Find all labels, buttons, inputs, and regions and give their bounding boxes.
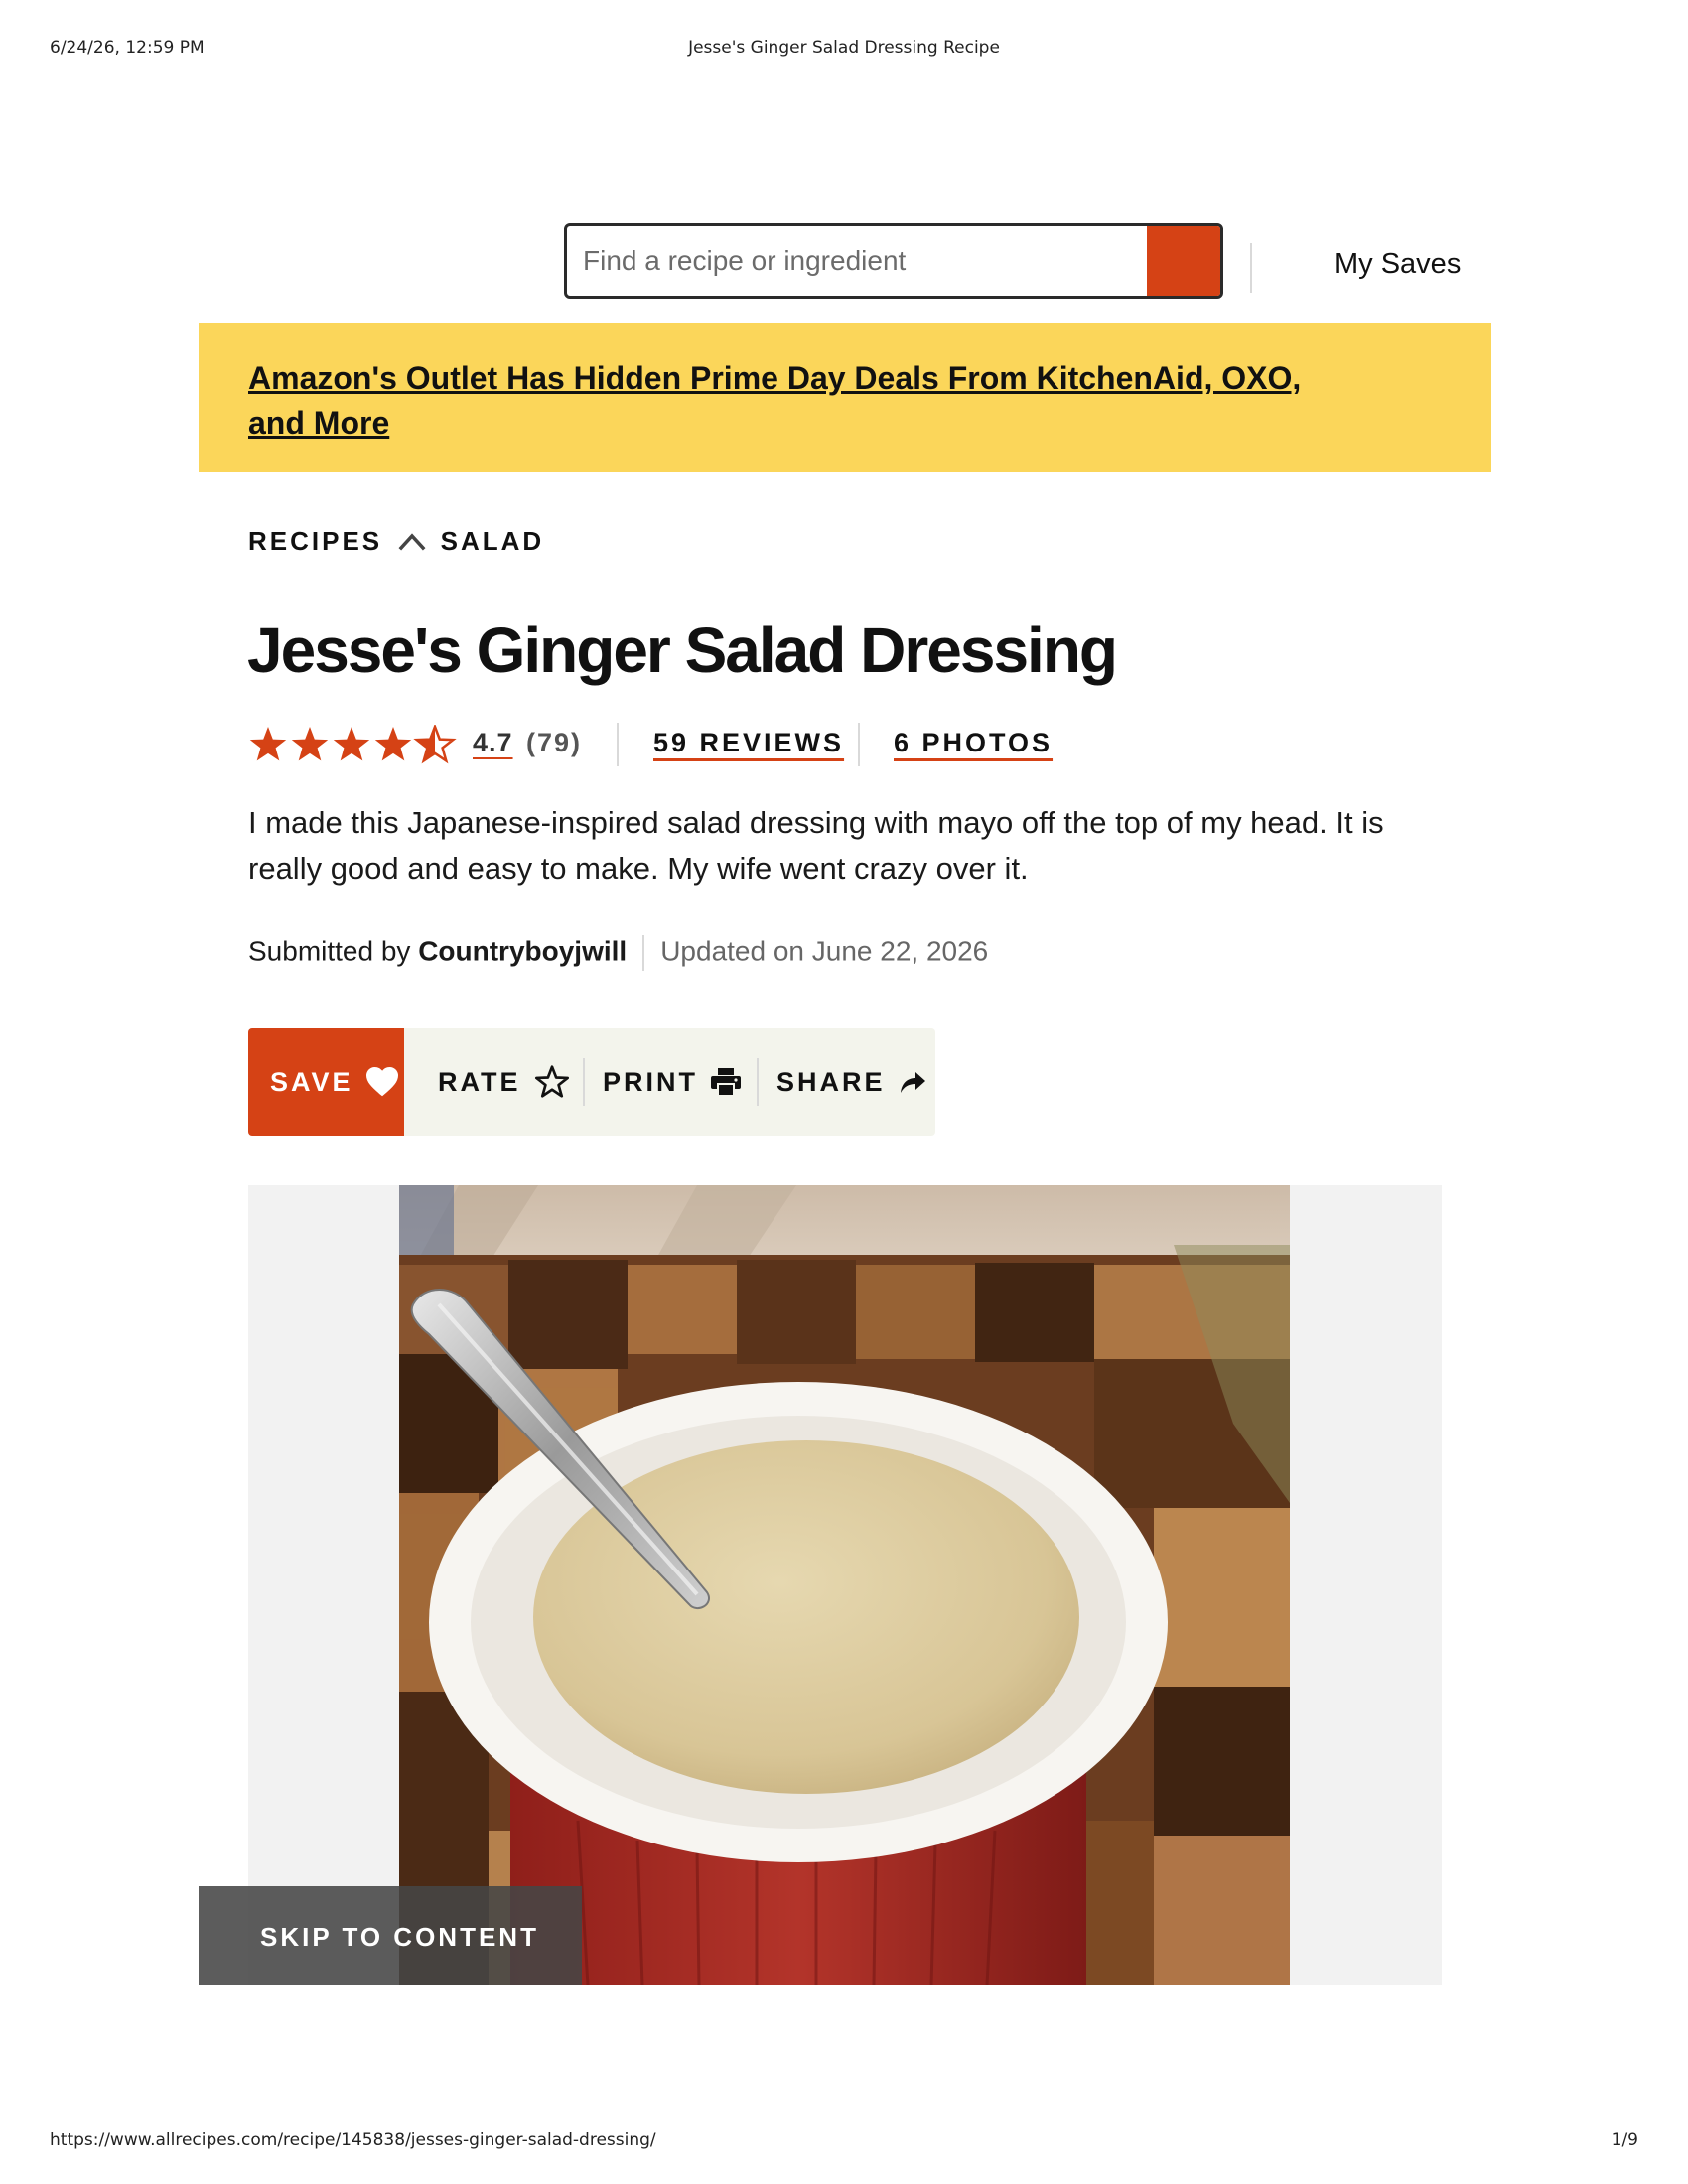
- star-rating[interactable]: [248, 725, 457, 764]
- header-divider: [1250, 243, 1252, 293]
- action-bar: SAVE RATE PRINT SHARE: [248, 1028, 935, 1136]
- rate-button[interactable]: RATE: [404, 1028, 583, 1136]
- page-title: Jesse's Ginger Salad Dressing: [247, 614, 1118, 686]
- photos-link[interactable]: 6 PHOTOS: [894, 728, 1053, 758]
- reviews-divider: [858, 723, 860, 766]
- star-icon: [291, 727, 329, 761]
- recipe-photo-image: [399, 1185, 1290, 1985]
- search-button[interactable]: [1147, 226, 1220, 296]
- share-button[interactable]: SHARE: [757, 1028, 935, 1136]
- submitted-by-label: Submitted by: [248, 935, 411, 967]
- print-page-number: 1/9: [1611, 2130, 1638, 2150]
- recipe-photo[interactable]: [399, 1185, 1290, 1985]
- promo-banner: Amazon's Outlet Has Hidden Prime Day Dea…: [199, 323, 1491, 472]
- rating-count: (79): [526, 728, 583, 757]
- print-header: 6/24/26, 12:59 PM Jesse's Ginger Salad D…: [50, 38, 1638, 62]
- my-saves-link[interactable]: My Saves: [1335, 248, 1461, 281]
- rate-label: RATE: [438, 1066, 521, 1097]
- breadcrumb: RECIPES SALAD: [248, 524, 544, 557]
- promo-link[interactable]: Amazon's Outlet Has Hidden Prime Day Dea…: [248, 356, 1350, 446]
- recipe-photo-frame: [248, 1185, 1442, 1985]
- chevron-up-icon: [398, 533, 426, 551]
- search-box: [564, 223, 1223, 299]
- save-label: SAVE: [270, 1066, 353, 1097]
- save-button[interactable]: SAVE: [248, 1028, 404, 1136]
- skip-to-content-link[interactable]: SKIP TO CONTENT: [199, 1886, 582, 1985]
- share-arrow-icon: [900, 1072, 925, 1093]
- star-icon: [374, 727, 412, 761]
- byline-divider: [642, 935, 645, 971]
- print-footer: https://www.allrecipes.com/recipe/145838…: [50, 2130, 1638, 2154]
- print-label: PRINT: [603, 1066, 698, 1097]
- printer-icon: [711, 1068, 741, 1097]
- star-icon: [249, 727, 287, 761]
- search-input[interactable]: [567, 226, 1147, 296]
- star-icon: [333, 727, 370, 761]
- rating-value[interactable]: 4.7: [473, 728, 513, 758]
- breadcrumb-recipes[interactable]: RECIPES: [248, 526, 382, 557]
- rating-divider: [617, 723, 619, 766]
- heart-icon: [365, 1066, 398, 1097]
- share-label: SHARE: [776, 1066, 886, 1097]
- recipe-description: I made this Japanese-inspired salad dres…: [248, 805, 1384, 886]
- rating-row: 4.7 (79) 59 REVIEWS 6 PHOTOS: [248, 720, 1241, 769]
- star-half-icon: [415, 725, 455, 762]
- print-url: https://www.allrecipes.com/recipe/145838…: [50, 2130, 656, 2150]
- print-title: Jesse's Ginger Salad Dressing Recipe: [688, 38, 1000, 58]
- byline: Submitted by Countryboyjwill Updated on J…: [248, 935, 988, 975]
- print-button[interactable]: PRINT: [583, 1028, 757, 1136]
- updated-date: Updated on June 22, 2026: [660, 935, 989, 967]
- author-link[interactable]: Countryboyjwill: [418, 935, 627, 966]
- breadcrumb-salad[interactable]: SALAD: [441, 526, 545, 557]
- star-outline-icon: [534, 1065, 569, 1098]
- reviews-link[interactable]: 59 REVIEWS: [653, 728, 844, 758]
